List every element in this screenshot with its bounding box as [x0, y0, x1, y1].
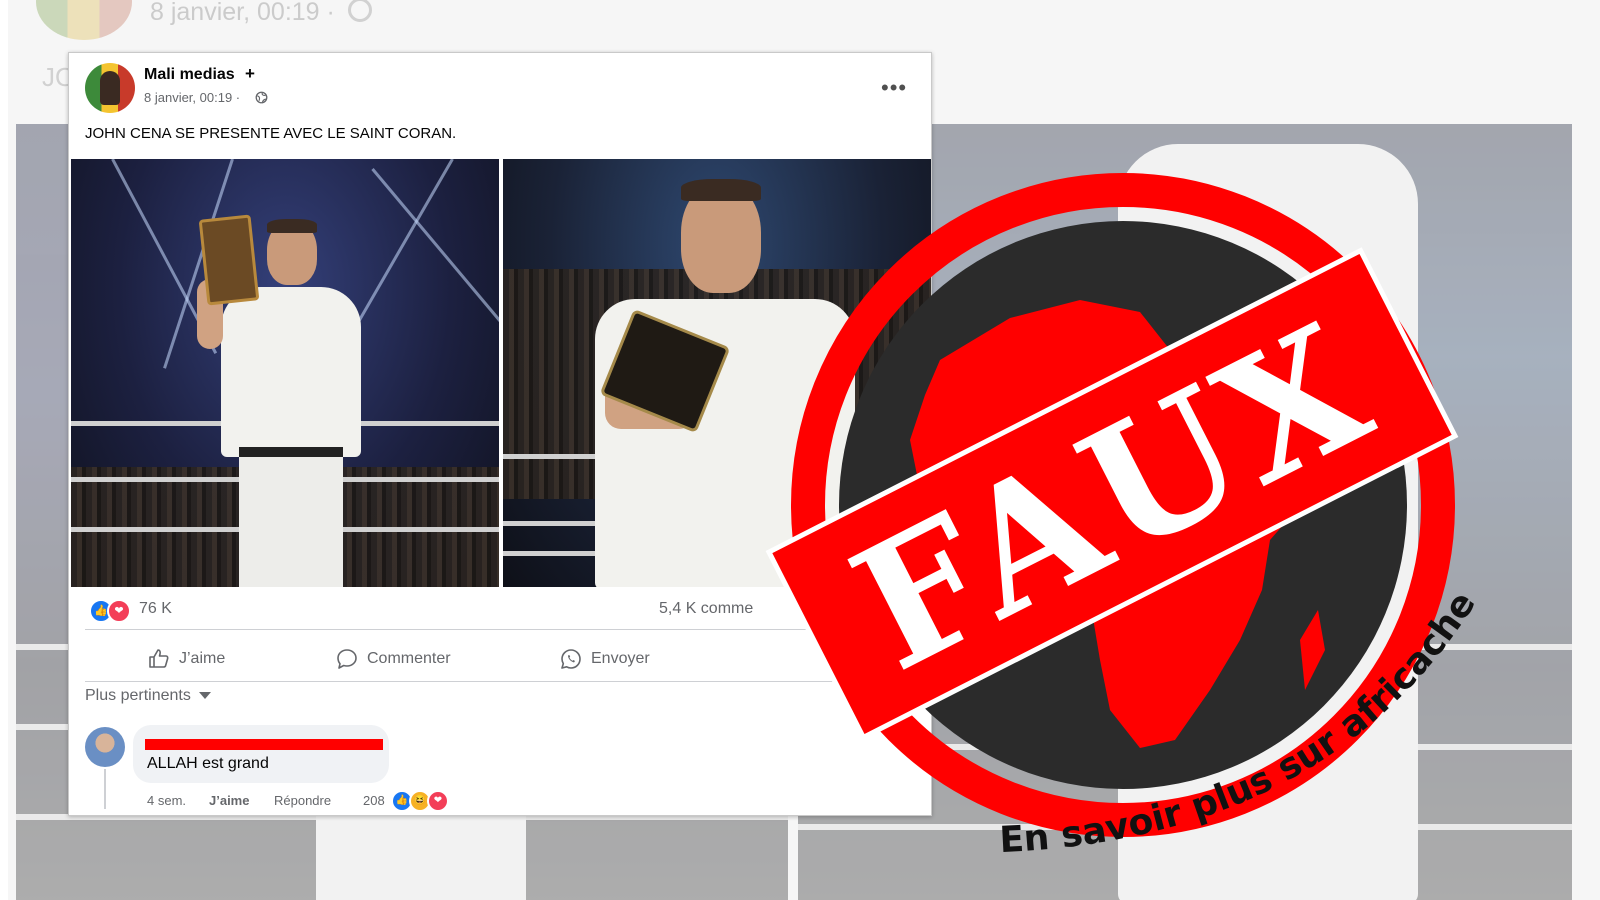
like-icon — [149, 649, 169, 668]
comment-reply-button[interactable]: Répondre — [274, 793, 331, 808]
comment-icon — [337, 649, 357, 669]
globe-icon — [255, 91, 268, 104]
comment-reaction-count[interactable]: 208 — [363, 793, 385, 808]
chevron-down-icon — [198, 692, 211, 700]
comment-bubble — [133, 725, 389, 783]
comment-age[interactable]: 4 sem. — [147, 793, 186, 808]
more-options-icon[interactable]: ••• — [881, 75, 907, 101]
like-label: J’aime — [179, 650, 226, 667]
comment-thread-line — [104, 769, 106, 809]
post-photo-1[interactable] — [71, 159, 499, 587]
whatsapp-icon — [561, 649, 581, 669]
comment-count[interactable]: 5,4 K comme — [659, 600, 753, 618]
page-avatar[interactable] — [85, 63, 135, 113]
divider — [85, 629, 915, 630]
facebook-post: Mali medias + 8 janvier, 00:19 · ••• JOH… — [68, 52, 932, 816]
follow-button[interactable]: + — [245, 64, 255, 84]
comment-like-button[interactable]: J’aime — [209, 793, 249, 808]
sort-label: Plus pertinents — [85, 687, 191, 704]
love-reaction-icon: ❤ — [107, 599, 131, 623]
redacted-commenter-name — [145, 739, 383, 750]
comment-sort-dropdown[interactable]: Plus pertinents — [85, 687, 211, 705]
send-button[interactable]: Envoyer — [559, 643, 650, 675]
like-button[interactable]: J’aime — [147, 643, 225, 675]
post-text: JOHN CENA SE PRESENTE AVEC LE SAINT CORA… — [85, 125, 457, 142]
divider — [85, 681, 915, 682]
reaction-count[interactable]: 76 K — [139, 600, 172, 618]
post-date[interactable]: 8 janvier, 00:19 · — [144, 90, 240, 105]
love-icon: ❤ — [427, 790, 449, 812]
commenter-avatar[interactable] — [85, 727, 125, 767]
send-label: Envoyer — [591, 650, 650, 667]
post-photo-2[interactable] — [503, 159, 931, 587]
comment-label: Commenter — [367, 650, 451, 667]
page-name[interactable]: Mali medias — [144, 66, 235, 84]
comment-button[interactable]: Commenter — [335, 643, 451, 675]
comment-text: ALLAH est grand — [147, 755, 269, 772]
